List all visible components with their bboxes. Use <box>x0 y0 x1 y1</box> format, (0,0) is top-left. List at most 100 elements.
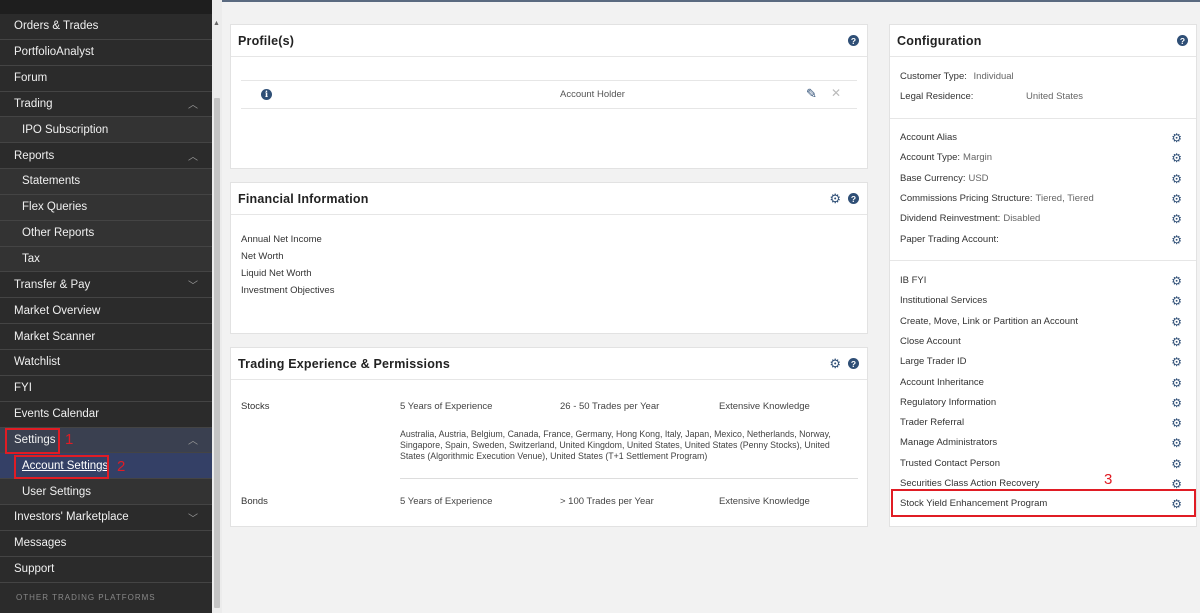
gear-icon[interactable]: ⚙ <box>1171 212 1182 226</box>
config-item: Securities Class Action Recovery <box>900 478 1039 489</box>
gear-icon[interactable]: ⚙ <box>829 192 841 205</box>
chevron-up-icon[interactable]: ︿ <box>188 432 198 447</box>
config-item: Create, Move, Link or Partition an Accou… <box>900 316 1078 327</box>
config-item: Trusted Contact Person <box>900 458 1000 469</box>
sidebar-item-transfer-pay[interactable]: Transfer & Pay ﹀ <box>0 272 212 299</box>
chevron-up-icon[interactable]: ︿ <box>188 148 198 163</box>
sidebar-item-label: Trading <box>14 97 53 110</box>
delete-x-icon[interactable]: ✕ <box>831 86 841 100</box>
config-item-value: Disabled <box>1003 213 1041 225</box>
annotation-box-account-settings <box>14 455 109 479</box>
config-item: Account Alias <box>900 132 957 143</box>
sidebar-item-label: Support <box>14 563 55 576</box>
sidebar-item-watchlist[interactable]: Watchlist <box>0 350 212 376</box>
sidebar-item-fyi[interactable]: FYI <box>0 376 212 402</box>
sidebar-item-forum[interactable]: Forum <box>0 66 212 92</box>
profile-role: Account Holder <box>560 89 625 100</box>
config-item-label: Trusted Contact Person <box>900 457 1000 469</box>
sidebar-item-market-scanner[interactable]: Market Scanner <box>0 324 212 350</box>
gear-icon[interactable]: ⚙ <box>829 357 841 370</box>
sidebar-item-portfolioanalyst[interactable]: PortfolioAnalyst <box>0 40 212 66</box>
annotation-number: 2 <box>117 458 126 475</box>
sidebar-item-label: Forum <box>14 72 48 85</box>
sidebar-item-support[interactable]: Support <box>0 557 212 583</box>
gear-icon[interactable]: ⚙ <box>1171 192 1182 206</box>
scroll-up-arrow-icon[interactable]: ▲ <box>213 20 220 27</box>
sidebar-item-other-reports[interactable]: Other Reports <box>0 220 212 247</box>
gear-icon[interactable]: ⚙ <box>1171 355 1182 369</box>
sidebar-item-label: Events Calendar <box>14 408 100 421</box>
knowledge-level: Extensive Knowledge <box>719 496 810 507</box>
help-icon[interactable]: ? <box>848 35 859 46</box>
config-item-label: Securities Class Action Recovery <box>900 478 1040 489</box>
main-content: Profile(s) ? i Account Holder ✎ ✕ Financ… <box>222 2 1200 613</box>
config-item: Base Currency: USD <box>900 173 989 184</box>
sidebar-item-label: Investors' Marketplace <box>14 511 129 524</box>
chevron-down-icon[interactable]: ﹀ <box>188 277 198 292</box>
config-item: Paper Trading Account: <box>900 234 999 245</box>
sidebar-item-investors-marketplace[interactable]: Investors' Marketplace ﹀ <box>0 505 212 531</box>
gear-icon[interactable]: ⚙ <box>1171 315 1182 329</box>
gear-icon[interactable]: ⚙ <box>1171 131 1182 145</box>
panel-title: Financial Information <box>238 191 369 206</box>
row-divider <box>400 478 858 479</box>
experience-years: 5 Years of Experience <box>400 496 493 507</box>
sidebar-item-label: Orders & Trades <box>14 20 99 33</box>
sidebar-item-trading[interactable]: Trading ︿ <box>0 92 212 118</box>
asset-class: Bonds <box>241 496 268 507</box>
config-item-label: Commissions Pricing Structure: <box>900 192 1033 204</box>
gear-icon[interactable]: ⚙ <box>1171 416 1182 430</box>
scrollbar-thumb[interactable] <box>214 98 220 608</box>
config-item: Institutional Services <box>900 295 987 306</box>
config-item: Regulatory Information <box>900 397 996 408</box>
config-item: Account Type: Margin <box>900 152 992 163</box>
info-icon[interactable]: i <box>261 89 272 100</box>
experience-years: 5 Years of Experience <box>400 401 493 412</box>
sidebar-item-tax[interactable]: Tax <box>0 246 212 273</box>
gear-icon[interactable]: ⚙ <box>1171 396 1182 410</box>
gear-icon[interactable]: ⚙ <box>1171 151 1182 165</box>
gear-icon[interactable]: ⚙ <box>1171 274 1182 288</box>
gear-icon[interactable]: ⚙ <box>1171 457 1182 471</box>
financial-item: Investment Objectives <box>241 285 335 296</box>
sidebar-item-statements[interactable]: Statements <box>0 169 212 195</box>
profile-row: i Account Holder ✎ ✕ <box>241 80 857 109</box>
gear-icon[interactable]: ⚙ <box>1171 376 1182 390</box>
help-icon[interactable]: ? <box>1177 35 1188 46</box>
help-icon[interactable]: ? <box>848 193 859 204</box>
sidebar-item-label: Flex Queries <box>22 201 88 214</box>
chevron-up-icon[interactable]: ︿ <box>188 96 198 111</box>
gear-icon[interactable]: ⚙ <box>1171 436 1182 450</box>
legal-residence: Legal Residence: United States <box>900 91 1083 102</box>
panel-title: Configuration <box>897 33 982 48</box>
help-icon[interactable]: ? <box>848 358 859 369</box>
config-item-label: Dividend Reinvestment: <box>900 213 1001 225</box>
config-item: Trader Referral <box>900 417 964 428</box>
sidebar-item-label: Tax <box>22 253 40 266</box>
config-item-value: Tiered, Tiered <box>1035 192 1094 204</box>
customer-type-label: Customer Type: <box>900 71 967 82</box>
customer-type: Customer Type: Individual <box>900 71 1014 82</box>
gear-icon[interactable]: ⚙ <box>1171 172 1182 186</box>
chevron-down-icon[interactable]: ﹀ <box>188 510 198 525</box>
sidebar-item-messages[interactable]: Messages <box>0 531 212 557</box>
divider <box>890 260 1196 261</box>
config-item: Account Inheritance <box>900 377 984 388</box>
sidebar-item-reports[interactable]: Reports ︿ <box>0 143 212 170</box>
config-item-label: IB FYI <box>900 275 927 286</box>
gear-icon[interactable]: ⚙ <box>1171 233 1182 247</box>
sidebar-item-orders-trades[interactable]: Orders & Trades <box>0 14 212 40</box>
gear-icon[interactable]: ⚙ <box>1171 335 1182 349</box>
sidebar-scrollbar[interactable]: ▲ <box>212 0 222 613</box>
edit-pencil-icon[interactable]: ✎ <box>806 86 817 102</box>
config-item-label: Manage Administrators <box>900 437 998 449</box>
sidebar-item-flex-queries[interactable]: Flex Queries <box>0 194 212 221</box>
gear-icon[interactable]: ⚙ <box>1171 294 1182 308</box>
sidebar-item-events-calendar[interactable]: Events Calendar <box>0 402 212 428</box>
sidebar-item-user-settings[interactable]: User Settings <box>0 479 212 506</box>
sidebar-item-ipo-subscription[interactable]: IPO Subscription <box>0 117 212 144</box>
sidebar-item-label: Market Scanner <box>14 330 96 343</box>
sidebar-item-market-overview[interactable]: Market Overview <box>0 298 212 325</box>
sidebar-item-label: Transfer & Pay <box>14 278 91 291</box>
config-item: Commissions Pricing Structure: Tiered, Ti… <box>900 193 1094 204</box>
